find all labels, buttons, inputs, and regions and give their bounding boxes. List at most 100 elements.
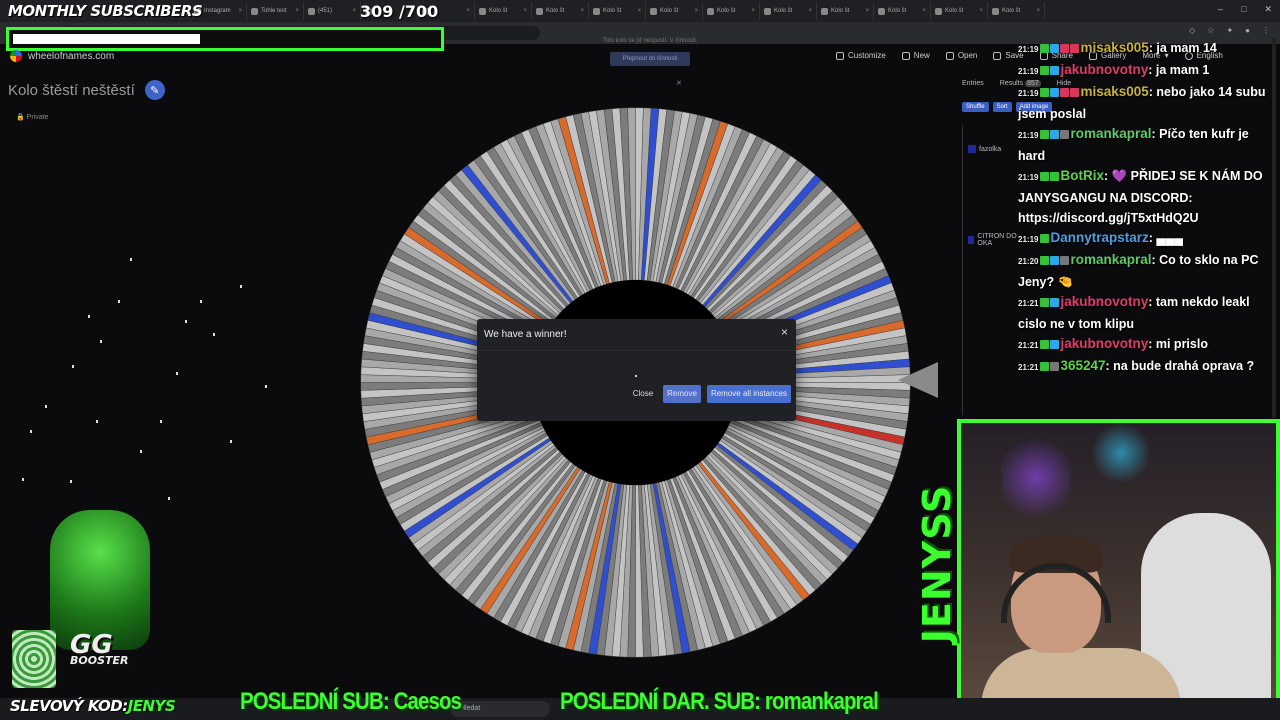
tab-favicon-icon <box>821 7 828 15</box>
chat-badge-icon <box>1040 88 1050 97</box>
browser-tab[interactable]: Kolo št × <box>532 2 589 20</box>
chat-badge-icon <box>1050 88 1060 97</box>
chat-username[interactable]: BotRix <box>1060 168 1104 183</box>
tab-close-icon[interactable]: × <box>295 8 299 14</box>
list-item[interactable]: CITRON DO OKA <box>968 233 1022 247</box>
tab-label: Tohle test <box>261 8 287 14</box>
puzzle-icon[interactable]: ✦ <box>1226 26 1233 35</box>
chat-username[interactable]: romankapral <box>1070 252 1151 267</box>
subs-goal-count: 309 /700 <box>360 2 438 21</box>
winner-name <box>635 375 637 377</box>
dialog-actions: Close Remove Remove all instances <box>477 385 796 403</box>
chat-username[interactable]: Dannytrapstarz <box>1050 230 1148 245</box>
jenyss-logo: JENYSS <box>913 440 961 688</box>
chat-text: : ja mam 1 <box>1148 63 1210 77</box>
tab-close-icon[interactable]: × <box>637 8 641 14</box>
browser-tab[interactable]: Tohle test × <box>247 2 304 20</box>
browser-tab[interactable]: Kolo št × <box>703 2 760 20</box>
confetti-piece <box>118 300 120 303</box>
tab-close-icon[interactable]: × <box>694 8 698 14</box>
tab-close-icon[interactable]: × <box>466 8 470 14</box>
taskbar-search[interactable]: Hledat <box>450 701 550 717</box>
confetti-piece <box>100 340 102 343</box>
tab-close-icon[interactable]: × <box>808 8 812 14</box>
tab-close-icon[interactable]: × <box>238 8 242 14</box>
chat-username[interactable]: misaks005 <box>1080 84 1148 99</box>
chat-message: 21:19 Dannytrapstarz: ▄▄▄ <box>1018 228 1273 250</box>
notice-close-icon[interactable]: × <box>676 78 682 89</box>
tab-close-icon[interactable]: × <box>979 8 983 14</box>
close-button[interactable]: Close <box>629 385 657 403</box>
close-window-button[interactable]: ✕ <box>1264 4 1272 15</box>
site-brand[interactable]: wheelofnames.com <box>10 50 114 62</box>
chat-username[interactable]: jakubnovotny <box>1060 294 1148 309</box>
entry-text: fazolka <box>979 145 1002 153</box>
chat-badge-icon <box>1060 130 1070 139</box>
star-icon[interactable]: ☆ <box>1207 26 1214 35</box>
remove-all-button[interactable]: Remove all instances <box>706 385 791 403</box>
edit-title-button[interactable]: ✎ <box>144 80 165 100</box>
toolbar-open[interactable]: Open <box>945 51 978 60</box>
tab-close-icon[interactable]: × <box>580 8 584 14</box>
browser-tab[interactable]: (451) × <box>304 2 361 20</box>
shaker-cup-icon <box>12 630 56 688</box>
jenyss-text: JENYSS <box>915 484 960 644</box>
toolbar-label: Open <box>957 51 978 60</box>
browser-tab[interactable]: Kolo št × <box>817 2 874 20</box>
chat-message: 21:21 jakubnovotny: mi prislo <box>1018 334 1273 356</box>
tab-favicon-icon <box>479 7 486 15</box>
extension-icon[interactable]: ◇ <box>1189 26 1195 35</box>
extension-icons: ◇ ☆ ✦ ● ⋮ <box>1189 26 1270 35</box>
remove-button[interactable]: Remove <box>663 385 701 403</box>
chat-timestamp: 21:20 <box>1018 257 1039 266</box>
close-icon[interactable]: × <box>781 325 788 339</box>
maximize-button[interactable]: □ <box>1241 4 1246 15</box>
shuffle-button[interactable]: Shuffle <box>962 102 989 112</box>
chat-scrollbar[interactable] <box>1272 38 1276 418</box>
tab-close-icon[interactable]: × <box>922 8 926 14</box>
tab-close-icon[interactable]: × <box>523 8 527 14</box>
entries-list[interactable]: fazolka CITRON DO OKA <box>962 125 1022 415</box>
confetti-piece <box>22 478 24 481</box>
confetti-piece <box>168 497 170 500</box>
browser-tab[interactable]: Kolo št × <box>475 2 532 20</box>
chat-timestamp: 21:19 <box>1018 131 1039 140</box>
chat-badge-icon <box>1050 362 1060 371</box>
browser-tab[interactable]: Kolo št × <box>874 2 931 20</box>
chat-message: 21:21 jakubnovotny: tam nekdo leakl cislo… <box>1018 292 1273 334</box>
chat-username[interactable]: romankapral <box>1070 126 1151 141</box>
browser-tab[interactable]: Kolo št × <box>760 2 817 20</box>
menu-icon[interactable]: ⋮ <box>1262 26 1270 35</box>
chat-badge-icon <box>1050 66 1060 75</box>
chat-username[interactable]: jakubnovotny <box>1060 336 1148 351</box>
tab-close-icon[interactable]: × <box>751 8 755 14</box>
chat-message: 21:19 BotRix: 💜 PŘIDEJ SE K NÁM DO JANYSG… <box>1018 166 1273 228</box>
sort-button[interactable]: Sort <box>992 102 1012 112</box>
tab-close-icon[interactable]: × <box>1036 8 1040 14</box>
toolbar-new[interactable]: New <box>901 51 930 60</box>
toolbar-customize[interactable]: Customize <box>836 51 886 60</box>
notice-button[interactable]: Přepnout do činnosti <box>610 52 690 66</box>
tab-label: Kolo št <box>603 8 622 14</box>
browser-tab[interactable]: Kolo št × <box>931 2 988 20</box>
tab-close-icon[interactable]: × <box>865 8 869 14</box>
tab-label: Kolo št <box>660 8 679 14</box>
chat-timestamp: 21:21 <box>1018 299 1039 308</box>
confetti-piece <box>88 315 90 318</box>
browser-tab[interactable]: Kolo št × <box>988 2 1045 20</box>
background-light <box>1001 433 1071 523</box>
tab-close-icon[interactable]: × <box>352 8 356 14</box>
chat-username[interactable]: misaks005 <box>1080 40 1148 55</box>
page-title: Kolo štěstí neštěstí ✎ <box>8 80 165 100</box>
green-knight-icon <box>50 510 150 650</box>
chat-username[interactable]: 365247 <box>1060 358 1105 373</box>
tab-favicon-icon <box>992 7 999 15</box>
chat-badge-icon <box>1040 298 1050 307</box>
minimize-button[interactable]: – <box>1218 4 1223 15</box>
chat-username[interactable]: jakubnovotny <box>1060 62 1148 77</box>
list-item[interactable]: fazolka <box>968 145 1001 153</box>
tab-entries[interactable]: Entries <box>962 80 984 87</box>
profile-icon[interactable]: ● <box>1245 26 1250 35</box>
browser-tab[interactable]: Kolo št × <box>646 2 703 20</box>
browser-tab[interactable]: Kolo št × <box>589 2 646 20</box>
